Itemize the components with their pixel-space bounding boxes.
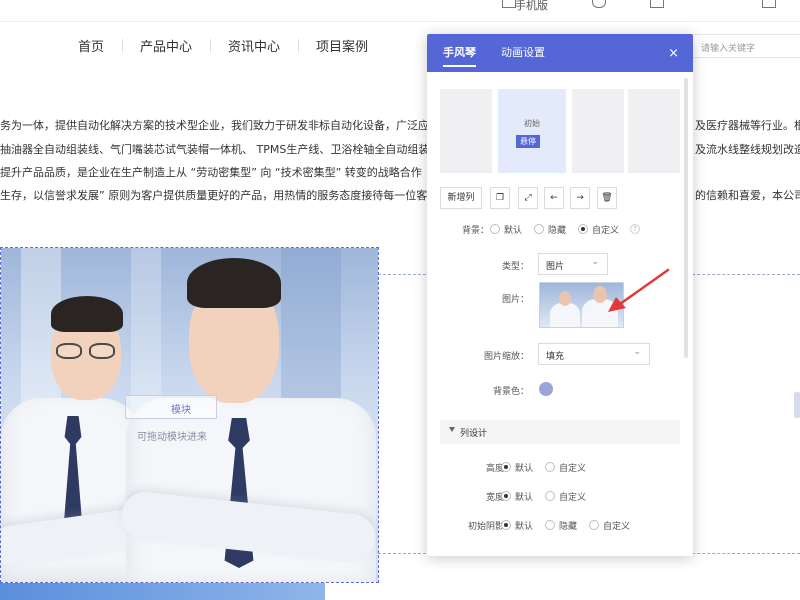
move-left-icon[interactable]: ←	[544, 187, 564, 209]
column-design-section-header[interactable]: 列设计	[440, 420, 680, 444]
paragraph-line: 及流水线整线规划改造	[695, 143, 800, 156]
height-default-radio[interactable]	[501, 462, 511, 472]
shadow-default-label: 默认	[515, 522, 534, 532]
panel-scrollbar[interactable]	[684, 78, 688, 358]
chevron-down-icon: ⌄	[633, 347, 641, 357]
image-label: 图片：	[501, 295, 529, 305]
image-scale-select[interactable]: 填充 ⌄	[538, 343, 650, 365]
image-thumbnail-photo	[540, 283, 623, 327]
image-scale-value: 填充	[546, 352, 565, 362]
shadow-hidden-label: 隐藏	[559, 522, 578, 532]
add-column-button[interactable]: 新增列	[440, 187, 482, 209]
column-thumbnails: 初始 悬停	[440, 89, 680, 174]
background-label: 背景：	[461, 226, 489, 236]
paragraph-line: 抽油器全自动组装线、气门嘴装芯试气装帽一体机、 TPMS生产线、卫浴栓轴全自动组…	[0, 143, 427, 156]
caret-down-icon	[449, 427, 455, 432]
column-thumb-selected[interactable]: 初始 悬停	[498, 89, 566, 173]
expand-icon[interactable]: ⤢	[518, 187, 538, 209]
background-custom-label: 自定义	[592, 226, 620, 236]
thumb-initial-label: 初始	[524, 119, 540, 128]
width-default-label: 默认	[515, 493, 534, 503]
column-thumb[interactable]	[572, 89, 624, 173]
info-icon[interactable]	[592, 0, 606, 8]
background-hidden-radio[interactable]	[534, 224, 544, 234]
delete-icon[interactable]: 🗑	[597, 187, 617, 209]
height-custom-radio[interactable]	[545, 462, 555, 472]
background-default-label: 默认	[504, 226, 523, 236]
drag-module-box[interactable]: 模块	[125, 395, 217, 419]
copy-icon[interactable]: ❐	[490, 187, 510, 209]
chevron-down-icon: ⌄	[591, 257, 599, 267]
width-custom-radio[interactable]	[545, 491, 555, 501]
bg-color-swatch[interactable]	[539, 382, 553, 396]
tab-animation[interactable]: 动画设置	[501, 34, 545, 72]
thumb-hover-label: 悬停	[516, 135, 540, 148]
mobile-version-link[interactable]: 手机版	[515, 0, 548, 13]
shadow-hidden-radio[interactable]	[545, 520, 555, 530]
next-module-strip	[0, 583, 325, 600]
tab-accordion[interactable]: 手风琴	[443, 34, 476, 72]
background-custom-radio[interactable]	[578, 224, 588, 234]
type-label: 类型：	[501, 262, 529, 272]
drag-module-box-label: 模块	[171, 405, 191, 416]
nav-item-products[interactable]: 产品中心	[122, 36, 210, 55]
height-default-label: 默认	[515, 464, 534, 474]
shadow-custom-label: 自定义	[603, 522, 631, 532]
paragraph-line: 及医疗器械等行业。根	[695, 119, 800, 132]
paragraph-line: 的信赖和喜爱，本公司	[695, 189, 800, 202]
drag-hint-text: 可拖动模块进来	[137, 432, 207, 443]
paragraph-line: 提升产品品质，是企业在生产制造上从 “劳动密集型” 向 “技术密集型” 转变的战…	[0, 166, 422, 179]
image-scale-label: 图片缩放：	[483, 352, 529, 362]
nav-item-cases[interactable]: 项目案例	[298, 36, 386, 55]
close-icon[interactable]: ×	[668, 46, 679, 61]
column-thumb[interactable]	[440, 89, 492, 173]
column-thumb[interactable]	[628, 89, 680, 173]
background-hidden-label: 隐藏	[548, 226, 567, 236]
top-bar: 手机版	[0, 0, 800, 22]
bag-icon[interactable]	[650, 0, 664, 8]
panel-header: 手风琴 动画设置 ×	[427, 34, 693, 72]
move-right-icon[interactable]: →	[570, 187, 590, 209]
nav-item-news[interactable]: 资讯中心	[210, 36, 298, 55]
shadow-custom-radio[interactable]	[589, 520, 599, 530]
width-default-radio[interactable]	[501, 491, 511, 501]
shadow-default-radio[interactable]	[501, 520, 511, 530]
nav-item-home[interactable]: 首页	[60, 36, 122, 55]
accordion-settings-panel: 手风琴 动画设置 × 初始 悬停 新增列 ❐ ⤢ ← → 🗑 背景： 默认 隐藏…	[427, 34, 693, 556]
type-select-value: 图片	[546, 262, 565, 272]
width-custom-label: 自定义	[559, 493, 587, 503]
paragraph-line: 生存，以信誉求发展” 原则为客户提供质量更好的产品，用热情的服务态度接待每一位客	[0, 189, 427, 202]
background-default-radio[interactable]	[490, 224, 500, 234]
paragraph-line: 务为一体，提供自动化解决方案的技术型企业，我们致力于研发非标自动化设备，广泛应	[0, 119, 427, 132]
image-thumbnail[interactable]	[539, 282, 624, 328]
bg-color-label: 背景色：	[492, 387, 529, 397]
type-select[interactable]: 图片 ⌄	[538, 253, 608, 275]
phone-icon[interactable]	[502, 0, 516, 8]
column-design-title: 列设计	[460, 429, 488, 439]
help-icon[interactable]: ?	[630, 224, 640, 234]
side-handle[interactable]	[794, 392, 800, 418]
user-icon[interactable]	[762, 0, 776, 8]
search-input[interactable]: 请输入关键字	[690, 34, 800, 58]
main-nav: 首页 产品中心 资讯中心 项目案例	[60, 34, 386, 56]
height-custom-label: 自定义	[559, 464, 587, 474]
